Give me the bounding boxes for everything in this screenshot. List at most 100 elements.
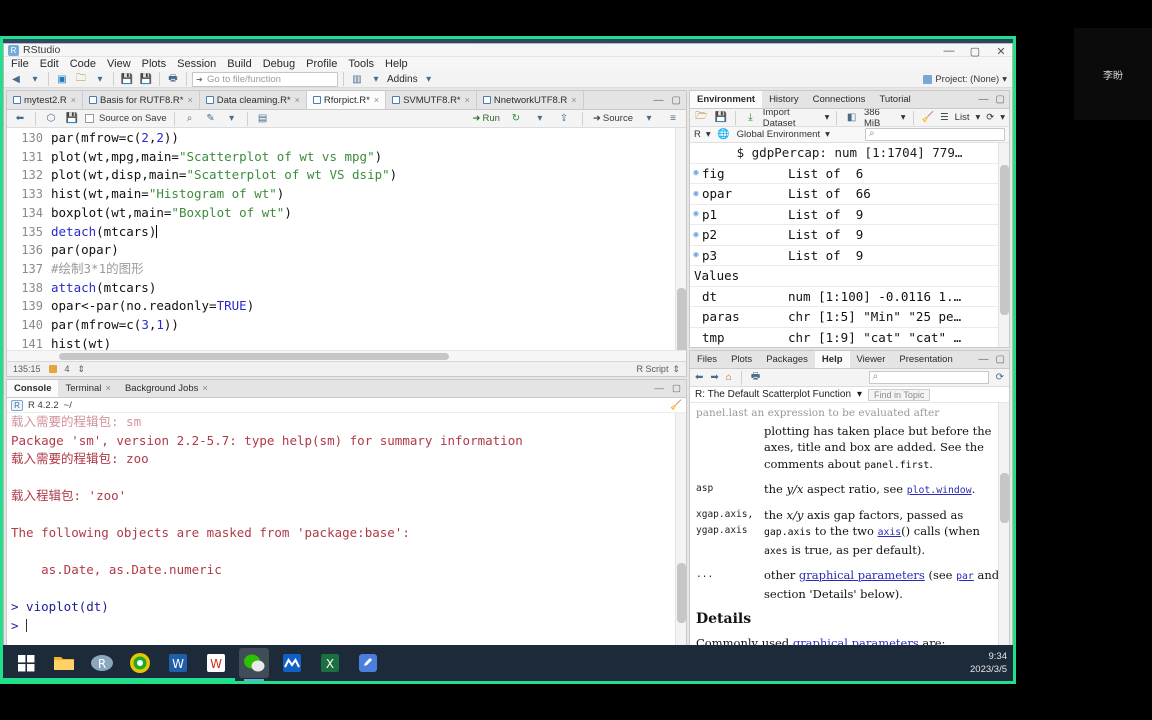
memory-usage-label[interactable]: 386 MiB (864, 107, 896, 129)
help-link[interactable]: axis (878, 527, 902, 538)
language-chevron-icon[interactable]: ▾ (706, 129, 711, 140)
console-tab[interactable]: Terminal × (58, 380, 117, 397)
help-tab[interactable]: Help (814, 351, 850, 368)
menu-item-code[interactable]: Code (65, 57, 101, 71)
workspace-panes-icon[interactable]: ▥ (349, 71, 365, 87)
help-link[interactable]: plot.window (907, 485, 972, 496)
menu-item-profile[interactable]: Profile (301, 57, 342, 71)
close-tab-icon[interactable]: × (105, 383, 111, 394)
menu-item-edit[interactable]: Edit (35, 57, 64, 71)
project-selector[interactable]: Project: (None) ▾ (923, 74, 1007, 85)
print-icon[interactable]: 🖶 (165, 71, 181, 87)
import-dataset-button[interactable]: Import Dataset (763, 107, 820, 129)
close-tab-icon[interactable]: × (571, 95, 576, 105)
source-tab[interactable]: Data cleaming.R* × (199, 91, 307, 109)
scope-label[interactable]: Global Environment (737, 129, 820, 140)
editor-scroll-thumb[interactable] (677, 288, 686, 350)
help-link[interactable]: par (956, 571, 974, 582)
source-tab[interactable]: mytest2.R × (7, 91, 84, 109)
save-all-icon[interactable]: 💾 (138, 71, 154, 87)
forward-icon[interactable]: ▾ (27, 71, 43, 87)
compile-report-icon[interactable]: ▤ (255, 111, 271, 127)
close-tab-icon[interactable]: × (202, 383, 208, 394)
source-tab[interactable]: Rforpict.R* × (306, 91, 387, 109)
minimize-pane-icon[interactable]: — (654, 95, 664, 106)
console-output[interactable]: 载入需要的程辑包: sm Package 'sm', version 2.2-5.… (7, 413, 686, 651)
view-mode-label[interactable]: List (955, 112, 970, 123)
menu-item-plots[interactable]: Plots (137, 57, 171, 71)
close-tab-icon[interactable]: × (374, 95, 379, 105)
code-tools-icon[interactable]: ✎ (203, 111, 219, 127)
source-on-save-checkbox[interactable] (85, 114, 94, 123)
help-tab[interactable]: Files (690, 351, 724, 368)
close-tab-icon[interactable]: × (465, 95, 470, 105)
help-tab[interactable]: Packages (759, 351, 815, 368)
minimize-help-icon[interactable]: — (979, 354, 989, 365)
source-tab[interactable]: Basis for RUTF8.R* × (83, 91, 200, 109)
close-tab-icon[interactable]: × (71, 95, 76, 105)
maximize-env-icon[interactable]: ▢ (996, 94, 1005, 105)
console-scroll-thumb[interactable] (677, 563, 686, 623)
menu-item-view[interactable]: View (102, 57, 136, 71)
save-workspace-icon[interactable]: 💾 (714, 110, 729, 126)
environment-tab[interactable]: Environment (690, 91, 763, 108)
help-tab[interactable]: Viewer (850, 351, 893, 368)
help-pane-controls[interactable]: — ▢ (979, 351, 1009, 368)
windows-start-icon[interactable] (11, 648, 41, 678)
environment-vertical-scrollbar[interactable] (998, 143, 1009, 347)
environment-scroll-thumb[interactable] (1000, 165, 1009, 315)
help-back-icon[interactable]: ⬅ (695, 372, 703, 383)
wechat-icon[interactable] (239, 648, 269, 681)
help-print-icon[interactable]: 🖶 (751, 369, 760, 386)
window-controls[interactable]: — ▢ ✕ (942, 45, 1008, 58)
working-directory[interactable]: ~/ (64, 400, 72, 411)
help-content[interactable]: panel.last an expression to be evaluated… (690, 403, 1009, 651)
taskbar-clock[interactable]: 9:34 2023/3/5 (970, 650, 1013, 676)
console-pane-controls[interactable]: — ▢ (655, 380, 686, 397)
environment-row[interactable]: ◉p2List of 9⌕ (690, 225, 1009, 246)
new-project-icon[interactable]: 🗀 (73, 71, 89, 87)
close-tab-icon[interactable]: × (187, 95, 192, 105)
help-link[interactable]: graphical parameters (799, 568, 925, 582)
close-icon[interactable]: ✕ (994, 45, 1008, 58)
file-explorer-icon[interactable] (49, 648, 79, 678)
source-pane-controls[interactable]: — ▢ (654, 91, 686, 109)
back-nav-icon[interactable]: ⬅ (12, 111, 28, 127)
expand-icon[interactable]: ◉ (690, 189, 702, 199)
environment-pane-controls[interactable]: — ▢ (979, 91, 1009, 108)
participant-video-tile[interactable]: 李盼 (1074, 28, 1152, 120)
console-vertical-scrollbar[interactable] (675, 413, 686, 651)
dropdown-icon[interactable]: ▾ (92, 71, 108, 87)
rerun-chevron-icon[interactable]: ▾ (532, 111, 548, 127)
minimize-env-icon[interactable]: — (979, 94, 989, 105)
save-file-icon[interactable]: 💾 (64, 111, 80, 127)
clear-console-icon[interactable]: 🧹 (670, 400, 682, 411)
refresh-icon[interactable]: ⟳ (986, 112, 994, 123)
help-forward-icon[interactable]: ➡ (710, 372, 718, 383)
environment-row[interactable]: ◉p3List of 9⌕ (690, 246, 1009, 266)
goto-file-function-input[interactable]: Go to file/function (192, 71, 338, 87)
help-refresh-icon[interactable]: ⟳ (996, 372, 1004, 383)
environment-row[interactable]: ◉p1List of 9⌕ (690, 205, 1009, 225)
source-tab[interactable]: SVMUTF8.R* × (386, 91, 477, 109)
clear-workspace-icon[interactable]: 🧹 (920, 110, 935, 126)
editor-menu-icon[interactable]: ≡ (665, 111, 681, 127)
excel-icon[interactable]: X (315, 648, 345, 678)
environment-row[interactable]: paras chr [1:5] "Min" "25 pe… (690, 307, 1009, 328)
console-tab[interactable]: Background Jobs × (118, 380, 215, 397)
publish-icon[interactable]: ⇪ (556, 111, 572, 127)
expand-icon[interactable]: ◉ (690, 250, 702, 260)
menu-item-tools[interactable]: Tools (343, 57, 379, 71)
r-console-icon[interactable]: R (87, 648, 117, 681)
source-button[interactable]: ➜ Source (593, 113, 633, 124)
console-tab[interactable]: Console (7, 380, 59, 397)
code-editor[interactable]: 130 par(mfrow=c(2,2)) 131 plot(wt,mpg,main=… (7, 128, 686, 350)
expand-icon[interactable]: ◉ (690, 209, 702, 219)
filetype-selector[interactable]: R Script ⇕ (636, 364, 680, 375)
help-tab[interactable]: Plots (724, 351, 759, 368)
addins-chevron-icon[interactable]: ▾ (421, 71, 437, 87)
source-tab[interactable]: NnetworkUTF8.R × (476, 91, 584, 109)
environment-row[interactable]: ◉figList of 6⌕ (690, 164, 1009, 184)
import-chevron-icon[interactable]: ▾ (825, 112, 830, 123)
menu-item-help[interactable]: Help (380, 57, 413, 71)
